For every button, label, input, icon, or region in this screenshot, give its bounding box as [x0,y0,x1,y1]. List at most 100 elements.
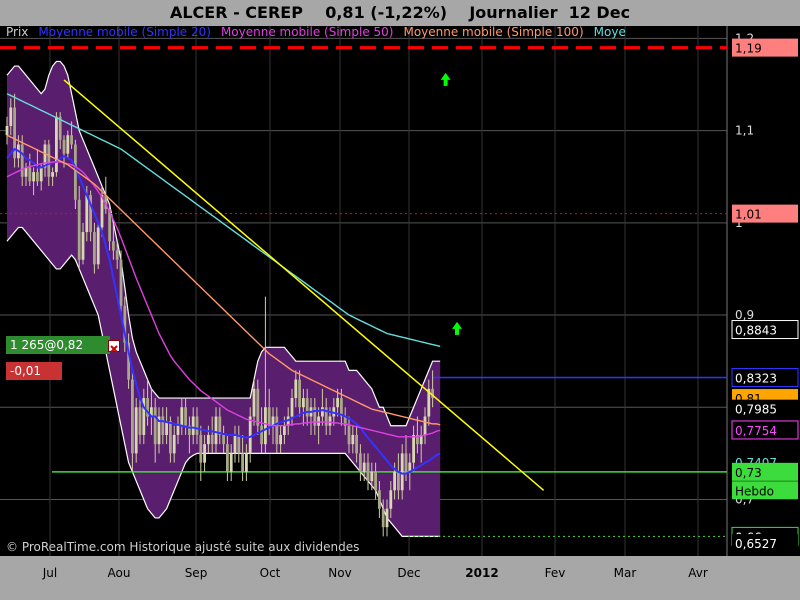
candle-body [210,434,214,445]
candle-body [260,425,263,445]
candle-body [131,379,134,454]
candle-body [290,398,294,417]
candle-body [362,462,366,472]
price-label: 1,19 [735,42,762,56]
candle-body [70,135,73,145]
candle-body [36,172,39,182]
legend-item: Prix [6,25,29,39]
candle-body [226,444,229,472]
period-label: Journalier 12 Dec [469,3,631,22]
candle-body [93,232,96,265]
candle-body [62,139,66,154]
x-tick-label: Jul [42,566,57,580]
legend: Prix Moyenne mobile (Simple 20) Moyenne mo… [6,25,728,39]
candle-body [351,434,355,445]
x-tick-label: Avr [688,566,708,580]
candle-body [20,144,24,177]
candle-body [248,416,252,454]
y-tick-label: 0,9 [735,308,754,322]
candle-body [267,407,271,426]
x-tick-label: Oct [260,566,281,580]
x-tick-label: Nov [328,566,351,580]
candle-body [328,416,332,426]
candle-body [134,407,138,454]
candle-body [252,388,256,417]
candle-body [115,250,119,260]
candle-body [378,490,381,509]
candle-body [222,434,225,445]
candle-body [47,144,51,177]
candle-body [66,135,70,154]
candle-body [381,508,385,528]
candle-body [172,434,176,454]
legend-item: Moye [593,25,626,39]
candle-body [366,462,370,482]
x-tick-label: Mar [614,566,637,580]
candle-body [305,398,309,417]
candle-body [374,471,377,491]
y-tick-label: 1,1 [735,124,754,138]
candle-body [214,416,218,445]
price-label: 0,73 [735,466,762,480]
x-tick-label: Aou [108,566,131,580]
order-label[interactable]: 1 265@0,82 [6,336,110,354]
close-icon-glyph [110,345,118,353]
close-icon[interactable] [108,340,120,353]
candle-body [203,444,206,463]
candle-body [423,416,427,435]
candle-body [24,167,28,177]
candle-body [275,416,279,445]
candle-body [191,416,195,435]
candle-body [279,434,282,445]
pnl-label: -0,01 [6,362,62,380]
candle-body [294,379,298,399]
candle-body [298,379,301,408]
candle-body [256,388,260,426]
candle-body [397,471,400,491]
candle-body [5,126,9,136]
legend-item: Moyenne mobile (Simple 50) [220,25,394,39]
price-label: 1,01 [735,208,762,222]
candle-body [241,453,244,472]
candle-body [245,453,248,472]
candle-body [169,421,172,454]
candle-body [32,172,35,182]
candle-body [336,398,339,408]
candle-body [207,434,210,445]
candle-body [199,434,203,463]
candle-body [195,416,199,435]
candle-body [359,453,362,472]
candle-body [55,116,58,173]
candle-body [233,434,237,454]
candle-body [412,434,415,463]
x-tick-label: Dec [397,566,420,580]
candle-body [370,471,374,482]
candle-body [112,241,115,251]
candle-body [180,407,184,426]
candle-body [302,398,305,408]
instrument-name: ALCER - CEREP [169,3,303,22]
price-label: 0,7754 [735,424,777,438]
candle-body [39,167,43,182]
candle-body [28,167,32,182]
candle-body [161,416,165,435]
candle-body [138,407,142,435]
price-label: Hebdo [735,484,774,498]
candle-body [321,407,324,417]
candle-body [119,259,123,306]
price-chart[interactable]: 1,21,110,90,80,7JulAouSepOctNovDec2012Fe… [0,26,800,600]
candle-body [264,407,267,445]
legend-item: Moyenne mobile (Simple 100) [403,25,584,39]
watermark: © ProRealTime.com Historique ajusté suit… [6,540,360,554]
candle-body [317,416,320,426]
price-label: 0,8323 [735,371,777,385]
candle-body [229,453,233,472]
candle-body [393,471,396,491]
chart-title: ALCER - CEREP 0,81 (-1,22%) Journalier 1… [0,0,800,26]
candle-body [237,434,241,454]
legend-item: Moyenne mobile (Simple 20) [38,25,211,39]
x-tick-label: 2012 [465,566,498,580]
candle-body [77,199,81,260]
price-label: 0,7985 [735,403,777,417]
candle-body [389,490,393,509]
